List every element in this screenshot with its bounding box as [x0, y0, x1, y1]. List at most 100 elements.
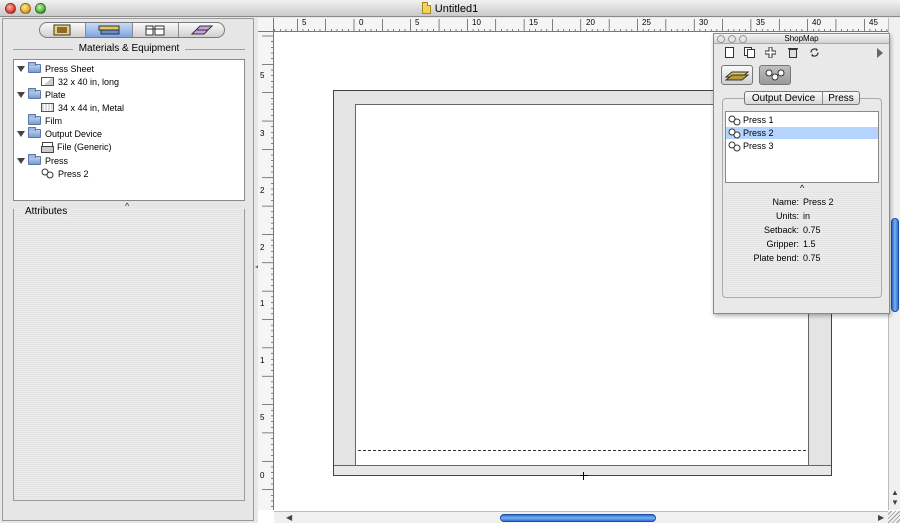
prop-row-name: Name: Press 2: [725, 197, 879, 209]
tree-item-label: Press Sheet: [45, 63, 95, 74]
prop-value: 1.5: [803, 239, 816, 249]
prop-value: 0.75: [803, 225, 821, 235]
tree-item-plate-child[interactable]: 34 x 44 in, Metal: [41, 101, 124, 114]
tab-products[interactable]: [133, 23, 179, 37]
document-icon: [421, 2, 431, 14]
list-item-selected[interactable]: Press 2: [726, 127, 878, 139]
duplicate-icon[interactable]: [744, 47, 755, 58]
scroll-up-arrow-icon[interactable]: ▲: [891, 488, 899, 497]
tree-item-label: Press 2: [58, 168, 89, 179]
disclosure-triangle-icon[interactable]: [17, 65, 25, 73]
tree-item-press-sheet-child[interactable]: 32 x 40 in, long: [41, 75, 119, 88]
tree-item-press-sheet[interactable]: Press Sheet: [17, 62, 94, 75]
prop-label: Plate bend:: [753, 253, 799, 263]
gripper-margin-line: [358, 450, 806, 451]
list-item[interactable]: Press 3: [726, 140, 878, 152]
center-mark-icon: [580, 472, 588, 480]
list-item-label: Press 3: [743, 141, 774, 151]
tree-item-plate[interactable]: Plate: [17, 88, 66, 101]
ruler-ticks: [262, 35, 273, 507]
tab-layout[interactable]: [179, 23, 224, 37]
folder-icon: [28, 62, 41, 73]
scroll-down-arrow-icon[interactable]: ▼: [891, 498, 899, 507]
tree-item-label: Press: [45, 155, 69, 166]
panel-tab-bar: [39, 22, 225, 38]
prop-value: Press 2: [803, 197, 834, 207]
ruler-corner[interactable]: [258, 18, 274, 32]
prop-row-units: Units: in: [725, 211, 879, 223]
tab-equipment[interactable]: [86, 23, 133, 37]
trash-icon[interactable]: [787, 47, 798, 58]
scroll-left-arrow-icon[interactable]: ◀: [286, 513, 292, 522]
shopmap-titlebar[interactable]: ShopMap: [714, 34, 889, 44]
ruler-label: 45: [869, 18, 878, 27]
tree-item-press[interactable]: Press: [17, 154, 68, 167]
tree-item-output-device-child[interactable]: File (Generic): [41, 140, 112, 153]
attributes-panel: [13, 209, 245, 501]
tree-item-label: Film: [45, 115, 62, 126]
new-doc-icon[interactable]: [724, 47, 735, 58]
ruler-label: 20: [586, 18, 595, 27]
press-icon: [41, 168, 54, 179]
disclosure-triangle-icon[interactable]: [17, 157, 25, 165]
attributes-title: Attributes: [23, 206, 70, 217]
horizontal-scrollbar[interactable]: ◀ ▶: [274, 511, 888, 523]
materials-tree: Press Sheet 32 x 40 in, long Plate 34 x …: [13, 59, 245, 201]
refresh-icon[interactable]: [809, 47, 820, 58]
tree-item-label: 32 x 40 in, long: [58, 76, 120, 87]
expand-arrow-icon[interactable]: [877, 48, 883, 58]
press-sheet-icon: [41, 77, 54, 86]
window-resize-grip[interactable]: [888, 511, 900, 523]
prop-row-setback: Setback: 0.75: [725, 225, 879, 237]
shopmap-title: ShopMap: [784, 34, 819, 43]
tree-item-label: Output Device: [45, 128, 103, 139]
folder-icon: [28, 154, 41, 165]
disclosure-triangle-icon[interactable]: [17, 130, 25, 138]
stack-icon: [724, 71, 750, 81]
prop-label: Units:: [775, 211, 799, 221]
disclosure-triangle-icon[interactable]: [17, 91, 25, 99]
vertical-scroll-thumb[interactable]: [891, 218, 899, 312]
press-sheet-tab-icon: [53, 24, 71, 36]
left-panel: Materials & Equipment Press Sheet 32 x 4…: [2, 18, 254, 521]
folder-icon: [28, 127, 41, 138]
ruler-label: 5: [302, 18, 307, 27]
tree-item-film[interactable]: Film: [28, 114, 62, 127]
folder-icon: [28, 114, 41, 125]
ruler-label: 1: [260, 356, 265, 365]
ruler-label: 1: [260, 299, 265, 308]
presses-button[interactable]: [759, 65, 791, 85]
add-icon[interactable]: [765, 47, 776, 58]
list-item[interactable]: Press 1: [726, 114, 878, 126]
press-list: Press 1 Press 2 Press 3: [725, 111, 879, 183]
products-tab-icon: [145, 25, 165, 36]
ruler-label: 0: [359, 18, 364, 27]
vertical-ruler: 5 3 2 2 1 1 5 0: [258, 32, 274, 510]
tab-press-sheet[interactable]: [40, 23, 87, 37]
list-item-label: Press 2: [743, 128, 774, 138]
scroll-right-arrow-icon[interactable]: ▶: [878, 513, 884, 522]
prop-label: Setback:: [763, 225, 799, 235]
press-properties: Name: Press 2 Units: in Setback: 0.75 Gr…: [725, 191, 879, 295]
tree-item-label: Plate: [45, 89, 66, 100]
tree-item-label: 34 x 44 in, Metal: [58, 102, 125, 113]
ruler-label: 3: [260, 129, 265, 138]
horizontal-scroll-thumb[interactable]: [500, 514, 656, 522]
press-icon: [728, 141, 741, 151]
ruler-ticks: [274, 19, 888, 31]
device-type-segmented-control: Output Device Press: [744, 91, 860, 105]
segment-press[interactable]: Press: [823, 92, 859, 104]
list-item-label: Press 1: [743, 115, 774, 125]
ruler-label: 30: [699, 18, 708, 27]
horizontal-ruler: 5 0 5 10 15 20 25 30 35 40 45: [274, 18, 888, 32]
output-devices-button[interactable]: [721, 65, 753, 85]
ruler-label: 35: [756, 18, 765, 27]
tree-item-output-device[interactable]: Output Device: [17, 127, 102, 140]
tree-item-press-child[interactable]: Press 2: [41, 167, 89, 180]
layout-tab-icon: [191, 25, 214, 35]
segment-output-device[interactable]: Output Device: [745, 92, 823, 104]
printer-icon: [41, 141, 54, 153]
ruler-label: 25: [642, 18, 651, 27]
window-titlebar: Untitled1: [0, 0, 900, 17]
ruler-label: 10: [472, 18, 481, 27]
